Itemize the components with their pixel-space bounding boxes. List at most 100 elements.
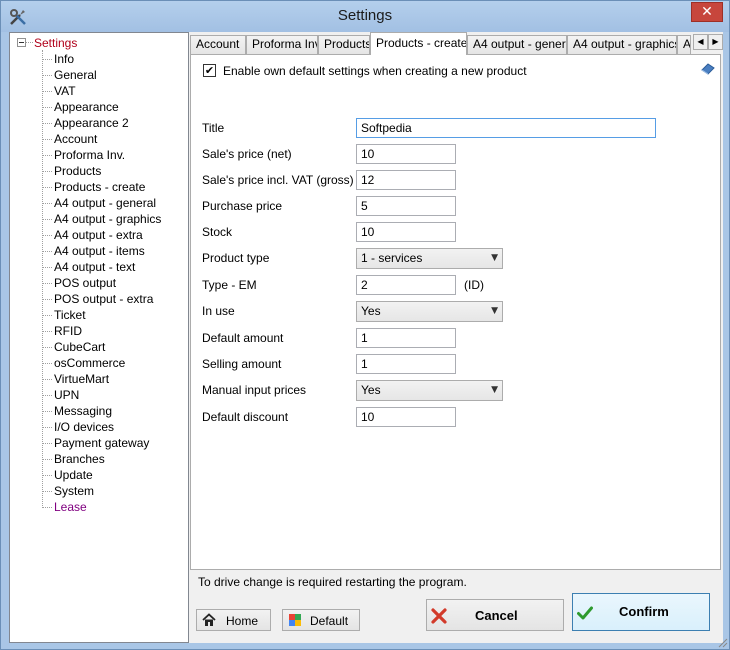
restart-note: To drive change is required restarting t… [198, 575, 467, 589]
home-button[interactable]: Home [196, 609, 271, 631]
type-em-suffix: (ID) [464, 278, 484, 292]
tree-connector [26, 42, 33, 43]
title-input[interactable]: Softpedia [356, 118, 656, 138]
tab[interactable]: Products - create [370, 32, 467, 55]
cancel-label: Cancel [475, 608, 518, 623]
tree-item[interactable]: System [42, 483, 94, 499]
tree-item[interactable]: I/O devices [42, 419, 114, 435]
product-type-label: Product type [202, 251, 270, 265]
default-discount-input[interactable]: 10 [356, 407, 456, 427]
resize-grip-icon[interactable] [716, 636, 728, 648]
in-use-dropdown[interactable]: Yes ▼ [356, 301, 503, 322]
tree-item[interactable]: A4 output - extra [43, 227, 143, 243]
checkmark-icon [577, 606, 593, 620]
title-label: Title [202, 121, 225, 135]
sales-price-gross-label: Sale's price incl. VAT (gross) [202, 173, 354, 187]
tree-item[interactable]: A4 output - items [43, 243, 145, 259]
tree-item[interactable]: Branches [43, 451, 105, 467]
scroll-right-icon[interactable]: ▶ [708, 34, 723, 50]
sales-price-net-label: Sale's price (net) [202, 147, 292, 161]
eraser-icon[interactable] [700, 61, 716, 75]
manual-input-prices-value: Yes [361, 383, 381, 397]
stock-input[interactable]: 10 [356, 222, 456, 242]
tree-item[interactable]: Info [42, 51, 74, 67]
in-use-label: In use [202, 304, 235, 318]
tree-item[interactable]: Appearance 2 [43, 115, 129, 131]
tab[interactable]: A4 [677, 35, 691, 54]
scroll-left-icon[interactable]: ◀ [693, 34, 708, 50]
tab-strip: A4A4 output - graphicsA4 output - genera… [190, 32, 723, 55]
product-type-value: 1 - services [361, 251, 423, 265]
default-settings-icon [289, 614, 301, 626]
enable-defaults-label[interactable]: Enable own default settings when creatin… [223, 64, 527, 78]
tab[interactable]: Proforma Inv. [246, 35, 318, 54]
stock-label: Stock [202, 225, 233, 239]
title-bar[interactable]: Settings ✕ [1, 1, 729, 32]
tree-item[interactable]: General [43, 67, 97, 83]
home-icon [202, 613, 216, 626]
chevron-down-icon: ▼ [491, 385, 498, 395]
tree-item[interactable]: Payment gateway [42, 435, 149, 451]
tree-item[interactable]: Proforma Inv. [42, 147, 125, 163]
chevron-down-icon: ▼ [491, 306, 498, 316]
default-label: Default [310, 614, 349, 628]
tab-scroll-arrows: ◀ ▶ [693, 34, 723, 51]
collapse-icon[interactable] [17, 38, 26, 47]
tree-root-settings[interactable]: Settings [34, 35, 77, 51]
in-use-value: Yes [361, 304, 381, 318]
purchase-price-input[interactable]: 5 [356, 196, 456, 216]
tree-item[interactable]: CubeCart [42, 339, 105, 355]
selling-amount-label: Selling amount [202, 357, 282, 371]
default-button[interactable]: Default [282, 609, 360, 631]
selling-amount-input[interactable]: 1 [356, 354, 456, 374]
tab[interactable]: A4 output - general [467, 35, 567, 54]
confirm-button[interactable]: Confirm [572, 593, 710, 631]
default-amount-input[interactable]: 1 [356, 328, 456, 348]
tree-item[interactable]: Messaging [42, 403, 112, 419]
product-type-dropdown[interactable]: 1 - services ▼ [356, 248, 503, 269]
manual-input-prices-label: Manual input prices [202, 383, 307, 397]
tab[interactable]: A4 output - graphics [567, 35, 677, 54]
tree-item[interactable]: A4 output - graphics [42, 211, 161, 227]
default-amount-label: Default amount [202, 331, 284, 345]
cancel-icon [431, 608, 447, 624]
tree-item[interactable]: Update [43, 467, 93, 483]
sales-price-gross-input[interactable]: 12 [356, 170, 456, 190]
tree-item[interactable]: osCommerce [42, 355, 125, 371]
tree-item[interactable]: POS output - extra [42, 291, 153, 307]
settings-panel: A4A4 output - graphicsA4 output - genera… [190, 32, 723, 643]
chevron-down-icon: ▼ [491, 253, 498, 263]
default-discount-label: Default discount [202, 410, 289, 424]
tree-item[interactable]: Account [42, 131, 97, 147]
tree-item[interactable]: VirtueMart [42, 371, 109, 387]
tree-item[interactable]: UPN [42, 387, 79, 403]
tree-item[interactable]: RFID [43, 323, 82, 339]
tree-item[interactable]: Appearance [43, 99, 119, 115]
tree-item[interactable]: A4 output - general [42, 195, 156, 211]
cancel-button[interactable]: Cancel [426, 599, 564, 631]
tree-item[interactable]: Ticket [43, 307, 86, 323]
tab-page-products-create: ✔ Enable own default settings when creat… [190, 54, 721, 570]
confirm-label: Confirm [619, 604, 669, 619]
window-title: Settings [337, 7, 393, 24]
tab[interactable]: Products [318, 35, 370, 54]
tab[interactable]: Account [190, 35, 246, 54]
window-client-area: Settings Info General VAT Appearance Appeara… [9, 32, 723, 643]
close-button[interactable]: ✕ [691, 2, 723, 22]
manual-input-prices-dropdown[interactable]: Yes ▼ [356, 380, 503, 401]
home-label: Home [226, 614, 259, 628]
sales-price-net-input[interactable]: 10 [356, 144, 456, 164]
settings-tree[interactable]: Settings Info General VAT Appearance Appeara… [9, 32, 189, 643]
tree-item[interactable]: Lease [43, 499, 87, 515]
tree-connector [42, 50, 43, 508]
type-em-label: Type - EM [202, 278, 257, 292]
tree-item[interactable]: A4 output - text [42, 259, 135, 275]
settings-window: Settings ✕ Settings Info General VAT Appear… [0, 0, 730, 650]
enable-defaults-checkbox[interactable]: ✔ [203, 64, 216, 77]
purchase-price-label: Purchase price [202, 199, 283, 213]
tree-item[interactable]: Products [42, 163, 101, 179]
type-em-input[interactable]: 2 [356, 275, 456, 295]
tree-item[interactable]: POS output [42, 275, 116, 291]
tree-item[interactable]: Products - create [42, 179, 145, 195]
tree-item[interactable]: VAT [43, 83, 76, 99]
